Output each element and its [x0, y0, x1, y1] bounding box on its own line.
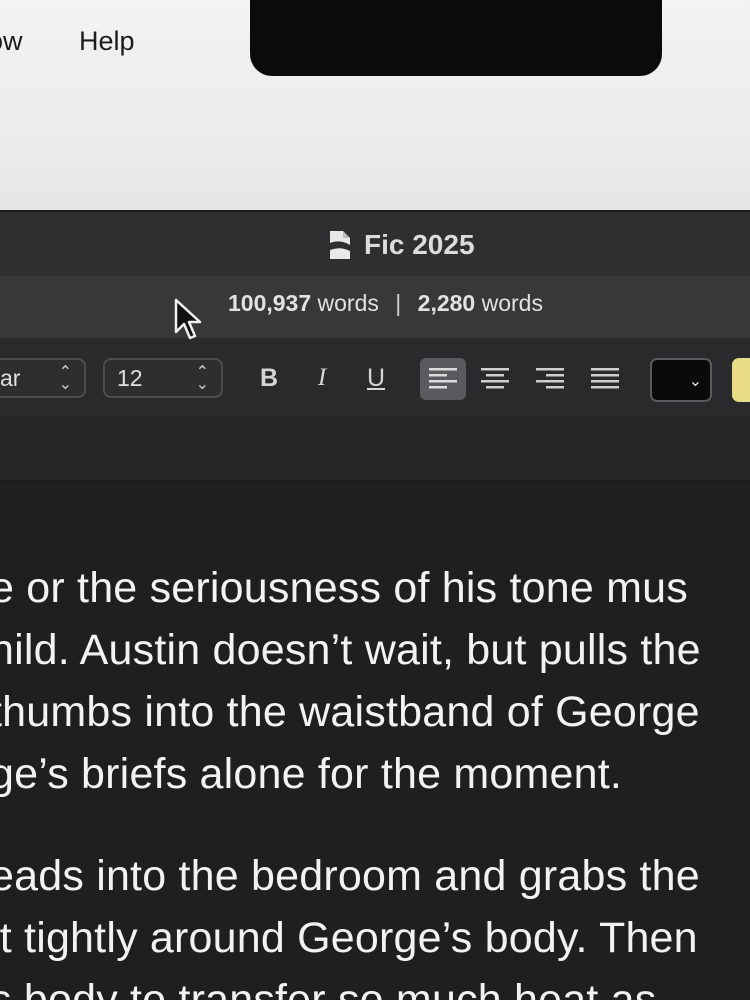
align-center-button[interactable]: [472, 358, 518, 400]
text-line: hild. Austin doesn’t wait, but pulls the: [0, 626, 701, 674]
highlight-color-picker[interactable]: [732, 358, 750, 402]
text-line: thumbs into the waistband of George: [0, 688, 700, 736]
paragraph: e or the seriousness of his tone mus hil…: [0, 557, 701, 805]
text-line: s body to transfer so much heat as: [0, 976, 657, 1000]
selection-word-unit: words: [481, 290, 543, 316]
bold-button[interactable]: B: [255, 360, 283, 396]
align-left-icon: [429, 368, 457, 389]
font-family-value: ar: [0, 365, 21, 391]
align-justify-button[interactable]: [582, 358, 628, 400]
font-size-select[interactable]: 12 ⌃ ⌄: [103, 358, 223, 398]
text-line: e or the seriousness of his tone mus: [0, 564, 688, 612]
document-icon: [330, 231, 350, 259]
align-justify-icon: [591, 368, 619, 389]
text-line: it tightly around George’s body. Then: [0, 914, 698, 962]
word-count-status: 100,937 words | 2,280 words: [228, 290, 543, 317]
underline-button[interactable]: U: [362, 360, 390, 396]
stepper-updown-icon: ⌃ ⌄: [195, 364, 209, 393]
ruler-bar: [0, 416, 750, 482]
total-word-count: 100,937: [228, 290, 312, 316]
arrow-cursor-icon: [174, 298, 202, 340]
align-right-button[interactable]: [527, 358, 573, 400]
window-titlebar: Fic 2025: [0, 210, 750, 278]
text-line: eads into the bedroom and grabs the: [0, 852, 700, 900]
font-size-value: 12: [117, 365, 143, 391]
menu-bar: ow Help: [0, 0, 750, 210]
text-line: ge’s briefs alone for the moment.: [0, 750, 623, 798]
align-left-button[interactable]: [420, 358, 466, 400]
menu-window[interactable]: ow: [0, 26, 23, 57]
window-title: Fic 2025: [364, 229, 475, 260]
chevron-down-icon: ⌄: [688, 373, 702, 390]
selection-word-count: 2,280: [417, 290, 476, 316]
word-count-separator: |: [395, 290, 402, 316]
document-body[interactable]: e or the seriousness of his tone mus hil…: [0, 482, 750, 1000]
italic-button[interactable]: I: [308, 360, 336, 396]
text-color-picker[interactable]: ⌄: [650, 358, 712, 402]
align-right-icon: [536, 368, 564, 389]
align-center-icon: [481, 368, 509, 389]
window-title-group: Fic 2025: [326, 229, 475, 261]
camera-notch: [250, 0, 662, 76]
menu-help[interactable]: Help: [79, 26, 135, 57]
font-family-select[interactable]: ar ⌃ ⌄: [0, 358, 86, 398]
format-toolbar: ar ⌃ ⌄ 12 ⌃ ⌄ B I U ⌄: [0, 338, 750, 418]
stepper-updown-icon: ⌃ ⌄: [58, 364, 72, 393]
word-count-bar: 100,937 words | 2,280 words: [0, 276, 750, 339]
paragraph: eads into the bedroom and grabs the it t…: [0, 845, 700, 1000]
total-word-unit: words: [317, 290, 379, 316]
